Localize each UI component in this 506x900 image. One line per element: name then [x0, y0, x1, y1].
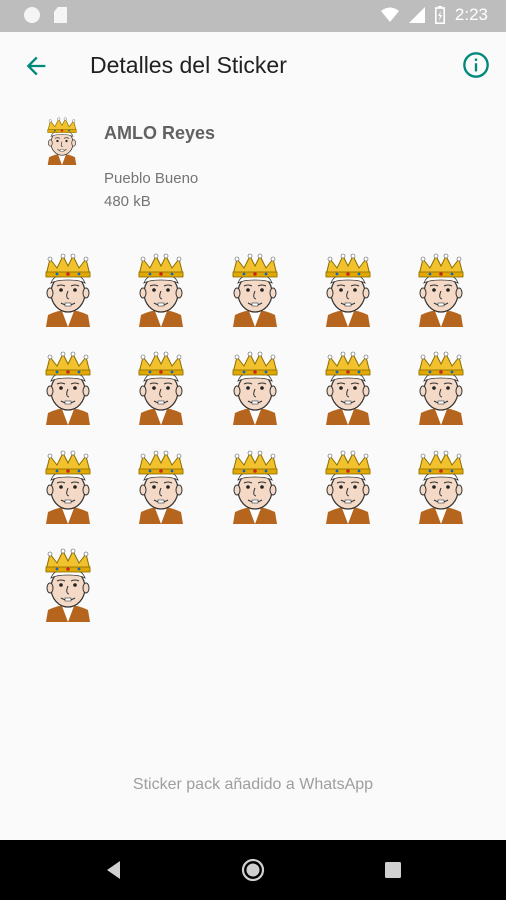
sticker-item[interactable] [225, 351, 285, 425]
sticker-item[interactable] [38, 548, 98, 622]
sticker-item[interactable] [38, 450, 98, 524]
sticker-item[interactable] [38, 351, 98, 425]
added-to-whatsapp-message: Sticker pack añadido a WhatsApp [132, 776, 374, 793]
sticker-item[interactable] [131, 450, 191, 524]
navigation-bar [0, 840, 506, 900]
sticker-item[interactable] [411, 351, 471, 425]
sticker-grid [0, 0, 506, 650]
sticker-item[interactable] [131, 351, 191, 425]
sticker-item[interactable] [225, 253, 285, 327]
sticker-item[interactable] [411, 253, 471, 327]
nav-recents-icon[interactable] [381, 858, 405, 882]
sticker-item[interactable] [318, 450, 378, 524]
nav-home-icon[interactable] [241, 858, 265, 882]
sticker-item[interactable] [411, 450, 471, 524]
sticker-item[interactable] [38, 253, 98, 327]
sticker-item[interactable] [318, 253, 378, 327]
sticker-item[interactable] [225, 450, 285, 524]
sticker-item[interactable] [318, 351, 378, 425]
sticker-item[interactable] [131, 253, 191, 327]
nav-back-icon[interactable] [102, 858, 126, 882]
